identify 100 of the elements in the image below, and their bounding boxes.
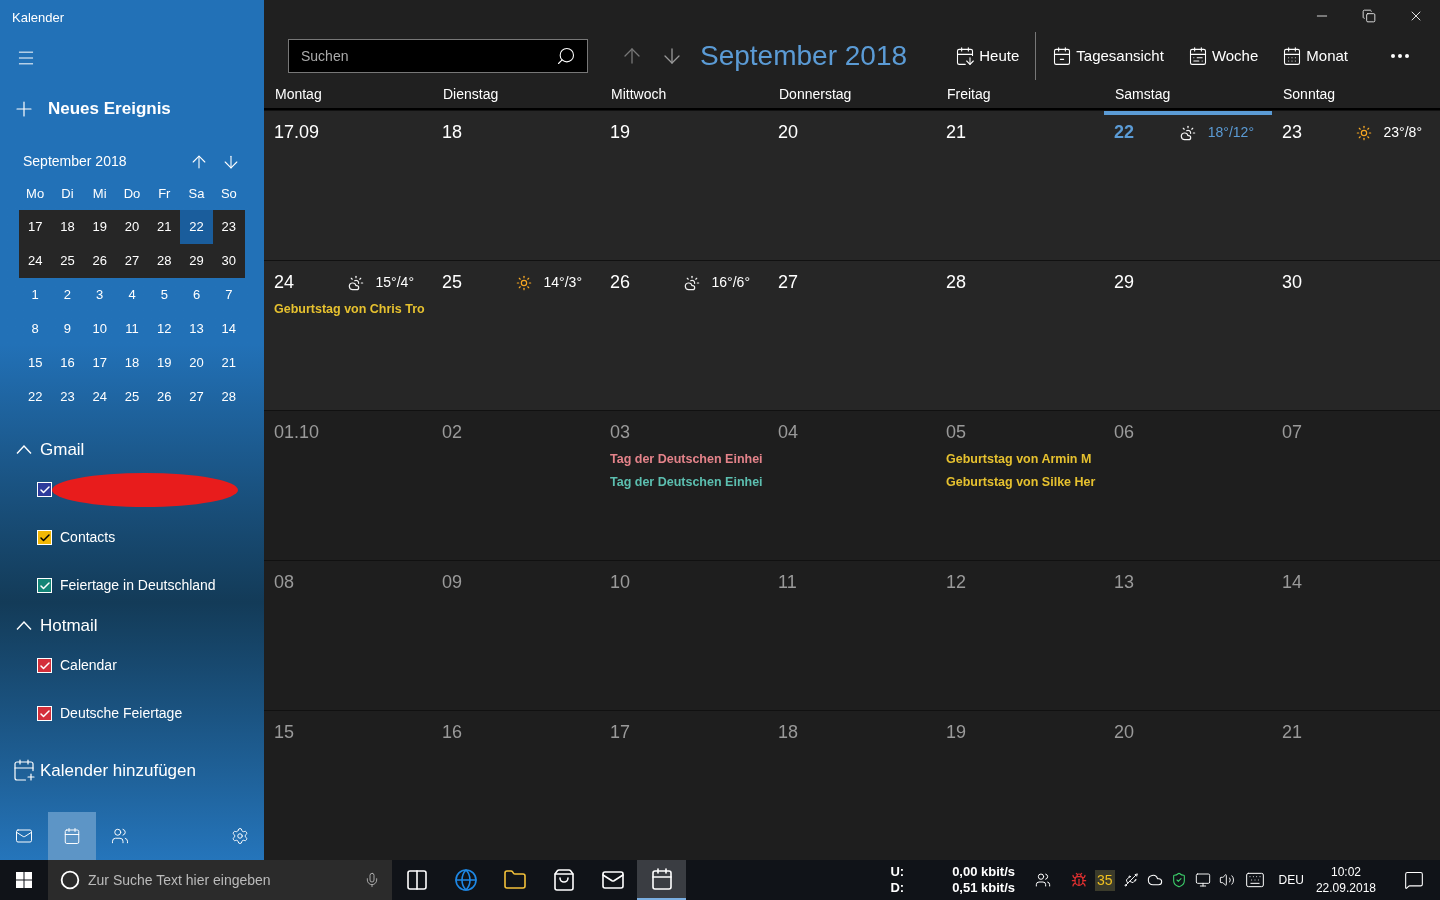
day-number[interactable]: 07 bbox=[1282, 419, 1430, 446]
people-icon[interactable] bbox=[1035, 872, 1051, 888]
mini-calendar-day[interactable]: 27 bbox=[180, 379, 213, 414]
mini-calendar-day[interactable]: 22 bbox=[19, 379, 52, 414]
day-number[interactable]: 17.09 bbox=[274, 119, 422, 146]
mini-calendar-day[interactable]: 23 bbox=[212, 209, 245, 244]
day-number[interactable]: 20 bbox=[1114, 719, 1262, 746]
event-title[interactable]: Geburtstag von Chris Tro bbox=[274, 300, 422, 319]
mini-calendar-day[interactable]: 20 bbox=[115, 209, 149, 244]
day-number[interactable]: 14 bbox=[1282, 569, 1430, 596]
day-number[interactable]: 11 bbox=[778, 569, 926, 596]
day-number[interactable]: 13 bbox=[1114, 569, 1262, 596]
mini-calendar-day[interactable]: 11 bbox=[115, 311, 149, 346]
usb-icon[interactable] bbox=[1122, 872, 1139, 888]
language-indicator[interactable]: DEU bbox=[1278, 871, 1304, 889]
calendar-name[interactable]: Calendar bbox=[60, 655, 117, 676]
day-number[interactable]: 21 bbox=[1282, 719, 1430, 746]
bug-icon[interactable] bbox=[1071, 872, 1087, 888]
mini-calendar-day[interactable]: 9 bbox=[51, 311, 84, 346]
day-number[interactable]: 20 bbox=[778, 119, 926, 146]
clock[interactable]: 10:02 22.09.2018 bbox=[1315, 864, 1376, 896]
volume-icon[interactable] bbox=[1218, 872, 1235, 888]
mini-calendar-day[interactable]: 28 bbox=[148, 243, 181, 278]
calendar-name[interactable]: Deutsche Feiertage bbox=[60, 703, 183, 724]
day-number[interactable]: 30 bbox=[1282, 269, 1430, 296]
day-number[interactable]: 21 bbox=[946, 119, 1094, 146]
mini-calendar-day[interactable]: 14 bbox=[212, 311, 245, 346]
mini-calendar-day[interactable]: 21 bbox=[148, 209, 181, 244]
day-number[interactable]: 28 bbox=[946, 269, 1094, 296]
day-number[interactable]: 16 bbox=[442, 719, 590, 746]
calendar-checkbox[interactable] bbox=[37, 578, 52, 593]
day-number[interactable]: 01.10 bbox=[274, 419, 422, 446]
mini-calendar-day[interactable]: 28 bbox=[212, 379, 245, 414]
mini-calendar-day[interactable]: 23 bbox=[51, 379, 84, 414]
day-number[interactable]: 17 bbox=[610, 719, 758, 746]
shield-icon[interactable] bbox=[1170, 872, 1187, 888]
mini-calendar-day[interactable]: 22 bbox=[180, 209, 213, 244]
mini-calendar-day[interactable]: 17 bbox=[83, 345, 116, 380]
calendar-checkbox[interactable] bbox=[37, 530, 52, 545]
notifications-icon[interactable] bbox=[1404, 870, 1424, 890]
day-number[interactable]: 18 bbox=[442, 119, 590, 146]
day-number[interactable]: 19 bbox=[610, 119, 758, 146]
taskbar-app-button[interactable] bbox=[637, 860, 686, 900]
day-number[interactable]: 08 bbox=[274, 569, 422, 596]
mini-calendar-day[interactable]: 26 bbox=[83, 243, 116, 278]
calendar-checkbox[interactable] bbox=[37, 706, 52, 721]
day-number[interactable]: 25 bbox=[442, 269, 516, 296]
day-number[interactable]: 09 bbox=[442, 569, 590, 596]
mini-calendar-day[interactable]: 1 bbox=[19, 277, 52, 312]
day-number[interactable]: 04 bbox=[778, 419, 926, 446]
day-number[interactable]: 06 bbox=[1114, 419, 1262, 446]
toolbar-button[interactable]: Woche bbox=[1175, 32, 1271, 80]
mini-calendar-day[interactable]: 20 bbox=[180, 345, 213, 380]
mini-calendar-day[interactable]: 24 bbox=[19, 243, 52, 278]
mini-calendar-day[interactable]: 15 bbox=[19, 345, 52, 380]
toolbar-button[interactable]: Tagesansicht bbox=[1040, 32, 1176, 80]
day-number[interactable]: 03 bbox=[610, 419, 758, 446]
event-title[interactable]: Geburtstag von Silke Her bbox=[946, 472, 1094, 492]
day-number[interactable]: 23 bbox=[1282, 119, 1356, 146]
mini-calendar-day[interactable]: 13 bbox=[180, 311, 213, 346]
day-number[interactable]: 22 bbox=[1114, 119, 1180, 146]
day-number[interactable]: 24 bbox=[274, 269, 348, 296]
mini-calendar-day[interactable]: 6 bbox=[180, 277, 213, 312]
calendar-checkbox[interactable] bbox=[37, 658, 52, 673]
mini-calendar-day[interactable]: 18 bbox=[115, 345, 149, 380]
mini-calendar-day[interactable]: 18 bbox=[51, 209, 84, 244]
mini-calendar-day[interactable]: 21 bbox=[212, 345, 245, 380]
mini-calendar-day[interactable]: 19 bbox=[83, 209, 116, 244]
day-number[interactable]: 12 bbox=[946, 569, 1094, 596]
day-number[interactable]: 29 bbox=[1114, 269, 1262, 296]
add-calendar-button[interactable]: Kalender hinzufügen bbox=[12, 757, 264, 783]
tray-badge[interactable]: 35 bbox=[1095, 869, 1115, 891]
windows-logo-icon[interactable] bbox=[16, 872, 32, 888]
day-number[interactable]: 26 bbox=[610, 269, 684, 296]
mini-calendar-day[interactable]: 29 bbox=[180, 243, 213, 278]
account-header[interactable]: Gmail bbox=[16, 433, 264, 466]
day-number[interactable]: 19 bbox=[946, 719, 1094, 746]
mini-calendar-day[interactable]: 30 bbox=[212, 243, 245, 278]
new-event-button[interactable]: Neues Ereignis bbox=[12, 96, 264, 122]
account-header[interactable]: Hotmail bbox=[16, 609, 264, 642]
day-number[interactable]: 18 bbox=[778, 719, 926, 746]
toolbar-button[interactable]: Monat bbox=[1270, 32, 1360, 80]
calendar-name[interactable]: Feiertage in Deutschland bbox=[60, 575, 216, 596]
toolbar-button[interactable]: Heute bbox=[943, 32, 1032, 80]
day-number[interactable]: 05 bbox=[946, 419, 1094, 446]
mini-calendar-day[interactable]: 24 bbox=[83, 379, 116, 414]
mini-calendar-day[interactable]: 5 bbox=[148, 277, 181, 312]
day-number[interactable]: 27 bbox=[778, 269, 926, 296]
mini-calendar-day[interactable]: 2 bbox=[51, 277, 84, 312]
mini-calendar-day[interactable]: 26 bbox=[148, 379, 181, 414]
microphone-icon[interactable] bbox=[364, 872, 380, 888]
mini-calendar-day[interactable]: 19 bbox=[148, 345, 181, 380]
day-number[interactable]: 15 bbox=[274, 719, 422, 746]
mini-calendar-day[interactable]: 17 bbox=[19, 209, 52, 244]
mini-calendar-day[interactable]: 16 bbox=[51, 345, 84, 380]
mini-calendar-day[interactable]: 8 bbox=[19, 311, 52, 346]
mini-calendar-day[interactable]: 25 bbox=[115, 379, 149, 414]
mini-calendar-day[interactable]: 12 bbox=[148, 311, 181, 346]
mini-calendar-day[interactable]: 27 bbox=[115, 243, 149, 278]
network-icon[interactable] bbox=[1194, 872, 1211, 888]
